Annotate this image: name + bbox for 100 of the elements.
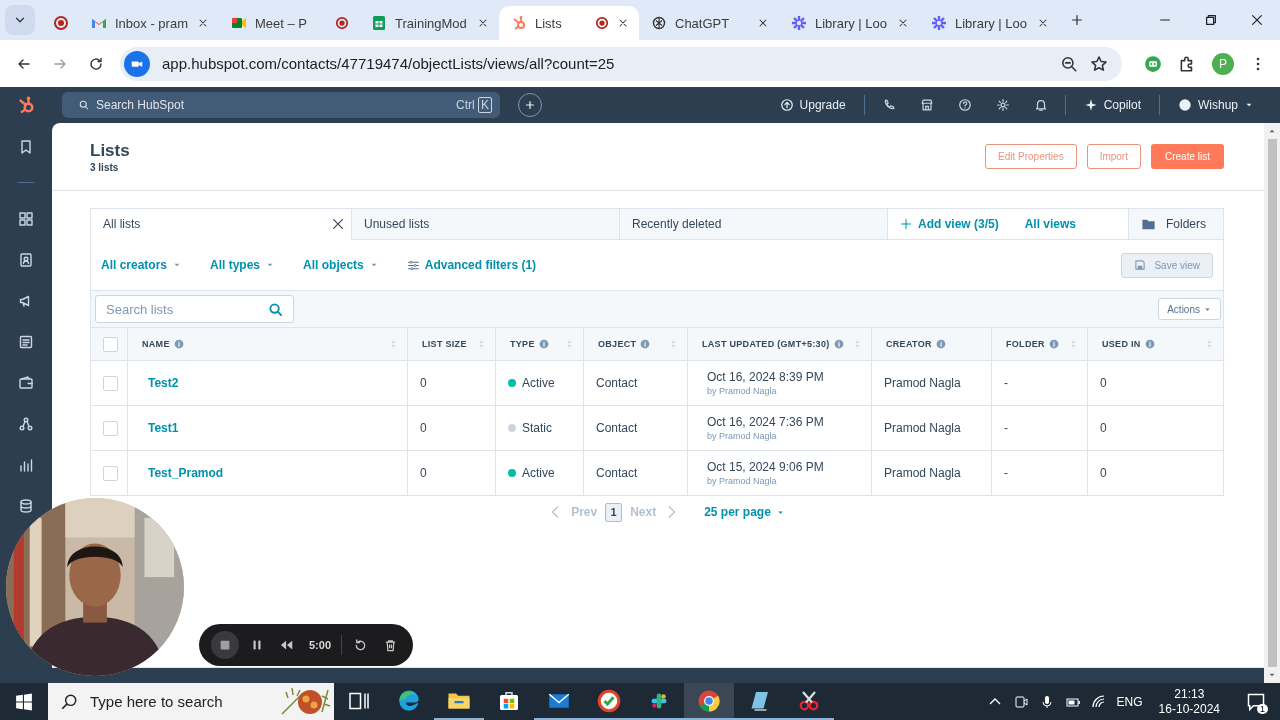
table-cell: 0 xyxy=(1100,466,1107,480)
column-header[interactable]: FOLDER xyxy=(1006,339,1045,349)
page-title: Lists xyxy=(90,141,130,161)
column-header[interactable]: LIST SIZE xyxy=(422,339,467,349)
search-icon xyxy=(78,99,90,111)
language-indicator[interactable]: ENG xyxy=(1116,694,1143,709)
column-header[interactable]: OBJECT xyxy=(598,339,637,349)
updated-by-text: by Pramod Nagla xyxy=(707,476,777,486)
plus-icon xyxy=(523,98,537,112)
wifi-icon[interactable] xyxy=(1090,693,1107,710)
scroll-thumb[interactable] xyxy=(1267,139,1277,667)
table-cell: 0 xyxy=(420,466,427,480)
table-cell: Contact xyxy=(596,466,638,480)
folders-button[interactable]: Folders xyxy=(1128,209,1223,240)
search-icon xyxy=(268,301,283,317)
contact-card-icon xyxy=(18,251,34,268)
list-name-link[interactable]: Test1 xyxy=(140,421,179,435)
upgrade-button[interactable]: Upgrade xyxy=(771,98,854,112)
tab-title: Library | Loo xyxy=(955,15,1029,31)
list-name-link[interactable]: Test2 xyxy=(140,376,179,390)
tab-title: Inbox - pram xyxy=(115,15,189,31)
search-placeholder: Type here to search xyxy=(90,693,224,710)
spreadsheet-icon xyxy=(371,15,387,31)
table-cell: Oct 15, 2024 9:06 PM xyxy=(707,460,824,474)
scrollbar[interactable] xyxy=(1264,123,1280,683)
plus-icon xyxy=(1070,13,1084,27)
row-checkbox[interactable] xyxy=(103,465,118,481)
table-cell: Pramod Nagla xyxy=(884,466,961,480)
shortcut-hint: Ctrl K xyxy=(456,98,492,112)
search-input[interactable]: Search lists xyxy=(104,300,268,318)
notification-count: 1 xyxy=(1257,704,1268,714)
zoom-icon[interactable] xyxy=(1060,54,1078,73)
browser-tab[interactable]: Meet – P xyxy=(219,6,359,40)
taskbar-search-field[interactable]: Type here to search xyxy=(48,683,334,720)
camera-icon xyxy=(124,50,150,77)
per-page-dropdown[interactable]: 25 per page xyxy=(704,505,785,519)
list-name-link[interactable]: Test_Pramod xyxy=(140,466,224,480)
browser-tab[interactable]: Inbox - pram xyxy=(79,6,219,40)
tab-title: ChatGPT xyxy=(675,15,731,31)
video-icon xyxy=(231,15,247,31)
search-icon xyxy=(60,692,78,711)
column-header[interactable]: CREATOR xyxy=(886,339,932,349)
close-icon[interactable] xyxy=(331,217,345,231)
taskbar-app[interactable] xyxy=(684,683,734,720)
column-header[interactable]: LAST UPDATED (GMT+5:30) xyxy=(702,339,830,349)
add-view-button[interactable]: Add view (3/5) xyxy=(888,209,1011,240)
table-cell: Pramod Nagla xyxy=(884,421,961,435)
stop-button[interactable] xyxy=(211,631,239,659)
clock[interactable]: 21:13 16-10-2024 xyxy=(1152,686,1226,717)
filter-dropdown[interactable]: All objects xyxy=(303,258,379,272)
store-icon xyxy=(919,98,934,112)
advanced-filters-button[interactable]: Advanced filters (1) xyxy=(406,258,537,272)
tab-title: TrainingMod xyxy=(395,15,468,31)
wallet-icon xyxy=(18,374,34,391)
all-views-link[interactable]: All views xyxy=(1010,209,1091,240)
save-icon xyxy=(1134,259,1147,271)
notifications-button[interactable]: 1 xyxy=(1236,683,1276,720)
row-checkbox[interactable] xyxy=(103,420,118,436)
table-cell: - xyxy=(1004,421,1008,435)
search-field[interactable]: Search lists xyxy=(95,295,294,323)
table-cell: - xyxy=(1004,466,1008,480)
windows-icon xyxy=(15,692,33,711)
table-cell: 0 xyxy=(1100,421,1107,435)
record-icon xyxy=(53,15,69,31)
column-header[interactable]: TYPE xyxy=(510,339,535,349)
address-bar[interactable]: app.hubspot.com/contacts/47719474/objectLists/views/all?count=25 xyxy=(120,46,1122,81)
table-cell: Contact xyxy=(596,421,638,435)
table-cell: 0 xyxy=(420,421,427,435)
select-all-checkbox[interactable] xyxy=(103,336,118,352)
browser-tab[interactable]: Lists xyxy=(499,6,639,40)
network-icon xyxy=(18,415,34,432)
table-cell: Pramod Nagla xyxy=(884,376,961,390)
tab-title: Library | Loo xyxy=(815,15,889,31)
browser-tab[interactable]: TrainingMod xyxy=(359,6,499,40)
table-cell: - xyxy=(1004,376,1008,390)
table-cell: Oct 16, 2024 7:36 PM xyxy=(707,415,824,429)
copilot-button[interactable]: Copilot xyxy=(1075,98,1149,112)
list-count: 3 lists xyxy=(90,162,120,173)
page-number[interactable]: 1 xyxy=(605,502,623,522)
star-icon[interactable] xyxy=(1090,54,1108,73)
filter-dropdown[interactable]: All creators xyxy=(101,258,183,272)
account-avatar xyxy=(1178,98,1192,112)
search-field[interactable]: Search HubSpot Ctrl K xyxy=(62,92,500,118)
sprocket-logo[interactable] xyxy=(16,95,36,115)
browser-tab[interactable]: ChatGPT xyxy=(639,6,779,40)
table-cell: Contact xyxy=(596,376,638,390)
column-header[interactable]: NAME xyxy=(142,339,170,349)
actions-dropdown[interactable]: Actions xyxy=(1158,298,1221,320)
robot-icon[interactable] xyxy=(1144,54,1162,73)
view-tab[interactable]: Unused lists xyxy=(352,209,620,240)
row-checkbox[interactable] xyxy=(103,375,118,391)
column-header[interactable]: USED IN xyxy=(1102,339,1141,349)
table-cell: Static xyxy=(522,421,552,435)
camera-icon[interactable] xyxy=(1012,693,1029,710)
view-tab[interactable]: Recently deleted xyxy=(620,209,888,240)
filter-dropdown[interactable]: All types xyxy=(210,258,276,272)
account-menu[interactable]: Wishup xyxy=(1170,98,1262,112)
document-icon xyxy=(18,333,34,350)
browser-tab[interactable]: Library | Loo xyxy=(919,6,1059,40)
browser-tab[interactable]: Library | Loo xyxy=(779,6,919,40)
